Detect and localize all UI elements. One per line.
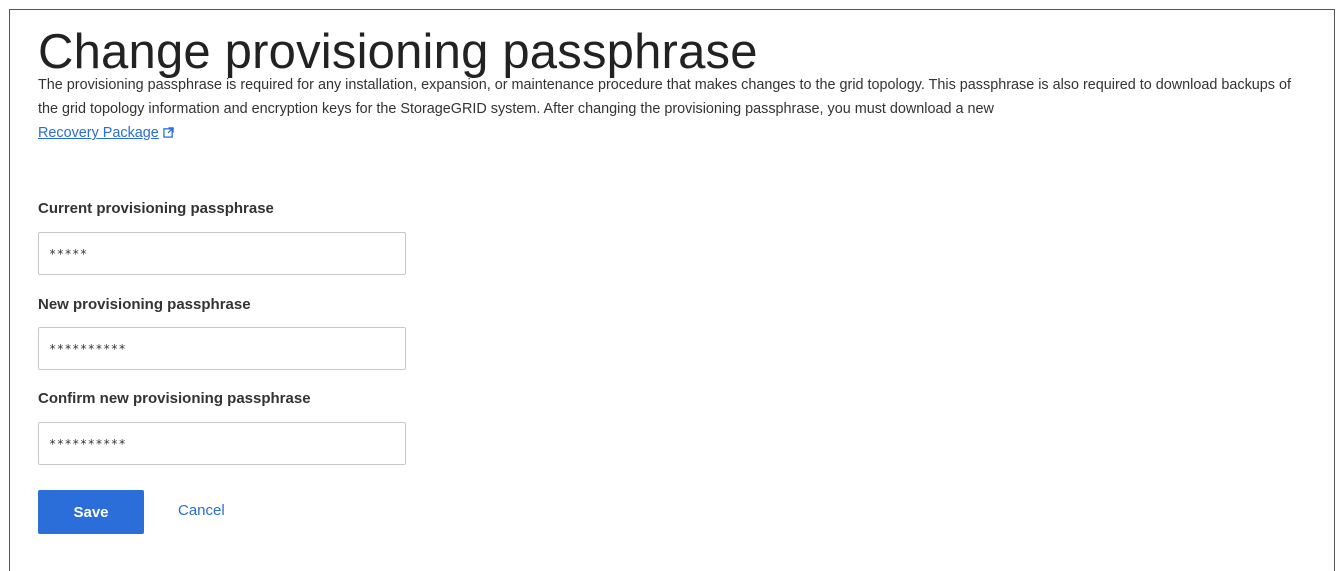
confirm-passphrase-label: Confirm new provisioning passphrase [38,390,311,407]
confirm-passphrase-input[interactable] [38,422,406,465]
description-text: The provisioning passphrase is required … [38,77,1291,117]
current-passphrase-input[interactable] [38,232,406,275]
save-button[interactable]: Save [38,490,144,534]
new-passphrase-input[interactable] [38,327,406,370]
recovery-package-link-label: Recovery Package [38,125,159,141]
page-title: Change provisioning passphrase [38,25,758,79]
external-link-icon[interactable] [163,127,174,138]
new-passphrase-label: New provisioning passphrase [38,296,251,313]
cancel-button[interactable]: Cancel [178,502,225,519]
page-description: The provisioning passphrase is required … [38,73,1308,145]
page-frame: Change provisioning passphrase The provi… [9,9,1335,571]
recovery-package-link[interactable]: Recovery Package [38,125,159,141]
current-passphrase-label: Current provisioning passphrase [38,200,274,217]
